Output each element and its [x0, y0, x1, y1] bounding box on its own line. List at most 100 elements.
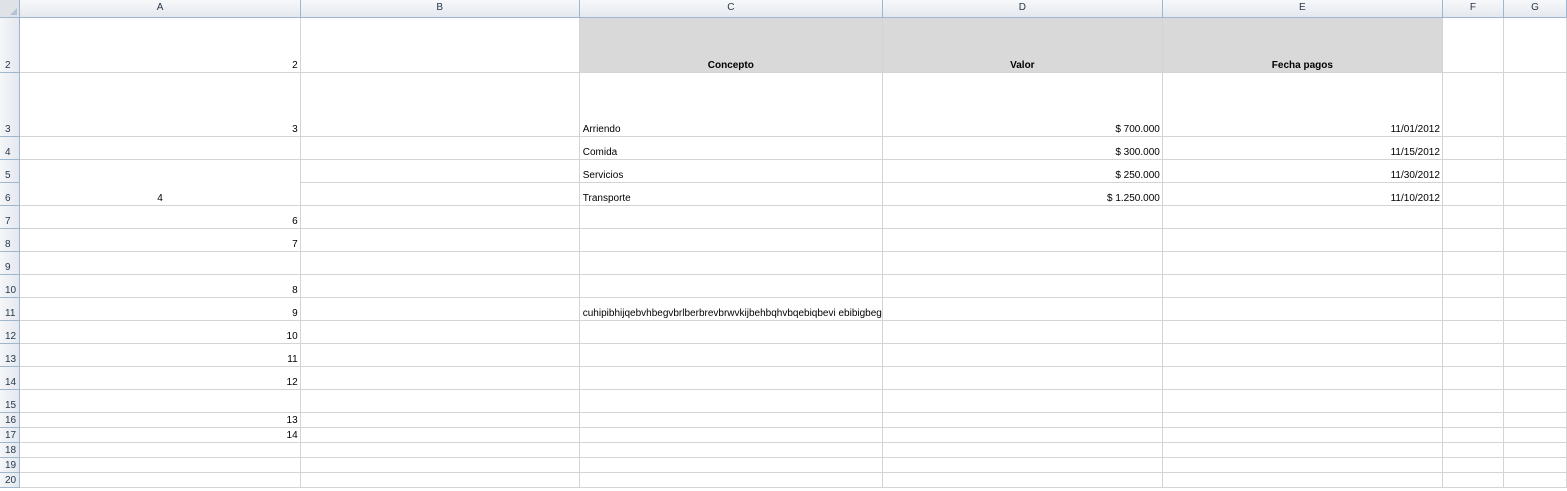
cell-e7[interactable]: [1162, 205, 1443, 229]
column-header-g[interactable]: G: [1503, 0, 1567, 18]
cell-a4[interactable]: [19, 136, 301, 160]
cell-a17[interactable]: 14: [19, 427, 301, 443]
cell-a5[interactable]: [19, 159, 301, 182]
cell-f7[interactable]: [1442, 205, 1504, 229]
cell-b9[interactable]: [300, 251, 580, 275]
cell-d15[interactable]: [882, 389, 1163, 413]
cell-a3[interactable]: 3: [19, 72, 301, 137]
cell-c11-wrapped-text[interactable]: cuhipibhijqebvhbegvbrlberbrevbrwvkijbehb…: [579, 297, 883, 321]
cell-e15[interactable]: [1162, 389, 1443, 413]
cell-g7[interactable]: [1503, 205, 1567, 229]
cell-c17[interactable]: [579, 427, 883, 443]
cell-b15[interactable]: [300, 389, 580, 413]
cell-fecha-arriendo[interactable]: 11/01/2012: [1162, 72, 1443, 137]
cell-g14[interactable]: [1503, 366, 1567, 390]
row-header-2[interactable]: 2: [0, 17, 21, 73]
cell-f12[interactable]: [1442, 320, 1504, 344]
cell-g13[interactable]: [1503, 343, 1567, 367]
cell-a2[interactable]: 2: [19, 17, 301, 73]
cell-g17[interactable]: [1503, 427, 1567, 443]
cell-g4[interactable]: [1503, 136, 1567, 160]
cell-e14[interactable]: [1162, 366, 1443, 390]
cell-valor-comida[interactable]: $ 300.000: [882, 136, 1163, 160]
cell-e12[interactable]: [1162, 320, 1443, 344]
cell-b12[interactable]: [300, 320, 580, 344]
cell-a7[interactable]: 6: [19, 205, 301, 229]
cell-a8[interactable]: 7: [19, 228, 301, 252]
cell-c15[interactable]: [579, 389, 883, 413]
cell-e18[interactable]: [1162, 442, 1443, 458]
cell-c18[interactable]: [579, 442, 883, 458]
row-header-18[interactable]: 18: [0, 442, 21, 458]
cell-d12[interactable]: [882, 320, 1163, 344]
cell-c20[interactable]: [579, 472, 883, 488]
cell-b2[interactable]: [300, 17, 580, 73]
cell-valor-servicios[interactable]: $ 250.000: [882, 159, 1163, 183]
header-valor[interactable]: Valor: [882, 17, 1163, 73]
row-header-14[interactable]: 14: [0, 366, 21, 390]
cell-c9[interactable]: [579, 251, 883, 275]
cell-b14[interactable]: [300, 366, 580, 390]
cell-b11[interactable]: [300, 297, 580, 321]
cell-f4[interactable]: [1442, 136, 1504, 160]
header-fecha-pagos[interactable]: Fecha pagos: [1162, 17, 1443, 73]
cell-b10[interactable]: [300, 274, 580, 298]
cell-f15[interactable]: [1442, 389, 1504, 413]
column-header-e[interactable]: E: [1162, 0, 1443, 18]
select-all-button[interactable]: [0, 0, 21, 18]
cell-e11[interactable]: [1162, 297, 1443, 321]
cell-b18[interactable]: [300, 442, 580, 458]
cell-g2[interactable]: [1503, 17, 1567, 73]
cell-a16[interactable]: 13: [19, 412, 301, 428]
cell-a15[interactable]: [19, 389, 301, 413]
cell-a11[interactable]: 9: [19, 297, 301, 321]
cell-b20[interactable]: [300, 472, 580, 488]
row-header-16[interactable]: 16: [0, 412, 21, 428]
cell-g3[interactable]: [1503, 72, 1567, 137]
cell-g20[interactable]: [1503, 472, 1567, 488]
cell-concepto-comida[interactable]: Comida: [579, 136, 883, 160]
cell-f9[interactable]: [1442, 251, 1504, 275]
cell-g15[interactable]: [1503, 389, 1567, 413]
cell-a12[interactable]: 10: [19, 320, 301, 344]
spreadsheet-grid[interactable]: A B C D E F G 2 2 Concepto Valor Fecha p…: [0, 0, 1567, 491]
column-header-c[interactable]: C: [579, 0, 883, 18]
cell-d17[interactable]: [882, 427, 1163, 443]
cell-g9[interactable]: [1503, 251, 1567, 275]
cell-g19[interactable]: [1503, 457, 1567, 473]
cell-valor-arriendo[interactable]: $ 700.000: [882, 72, 1163, 137]
cell-f10[interactable]: [1442, 274, 1504, 298]
row-header-3[interactable]: 3: [0, 72, 21, 137]
cell-f6[interactable]: [1442, 182, 1504, 206]
cell-concepto-servicios[interactable]: Servicios: [579, 159, 883, 183]
cell-d13[interactable]: [882, 343, 1163, 367]
cell-b13[interactable]: [300, 343, 580, 367]
cell-d18[interactable]: [882, 442, 1163, 458]
cell-f19[interactable]: [1442, 457, 1504, 473]
cell-d16[interactable]: [882, 412, 1163, 428]
cell-d8[interactable]: [882, 228, 1163, 252]
cell-b16[interactable]: [300, 412, 580, 428]
cell-a19[interactable]: [19, 457, 301, 473]
cell-g18[interactable]: [1503, 442, 1567, 458]
cell-g6[interactable]: [1503, 182, 1567, 206]
cell-e10[interactable]: [1162, 274, 1443, 298]
row-header-6[interactable]: 6: [0, 182, 21, 206]
column-header-a[interactable]: A: [19, 0, 301, 18]
row-header-10[interactable]: 10: [0, 274, 21, 298]
cell-d10[interactable]: [882, 274, 1163, 298]
cell-a13[interactable]: 11: [19, 343, 301, 367]
cell-e8[interactable]: [1162, 228, 1443, 252]
cell-e17[interactable]: [1162, 427, 1443, 443]
cell-concepto-transporte[interactable]: Transporte: [579, 182, 883, 206]
cell-f2[interactable]: [1442, 17, 1504, 73]
cell-d9[interactable]: [882, 251, 1163, 275]
cell-valor-transporte[interactable]: $ 1.250.000: [882, 182, 1163, 206]
cell-b19[interactable]: [300, 457, 580, 473]
row-header-11[interactable]: 11: [0, 297, 21, 321]
cell-f16[interactable]: [1442, 412, 1504, 428]
cell-f18[interactable]: [1442, 442, 1504, 458]
cell-b4[interactable]: [300, 136, 580, 160]
row-header-9[interactable]: 9: [0, 251, 21, 275]
cell-c7[interactable]: [579, 205, 883, 229]
